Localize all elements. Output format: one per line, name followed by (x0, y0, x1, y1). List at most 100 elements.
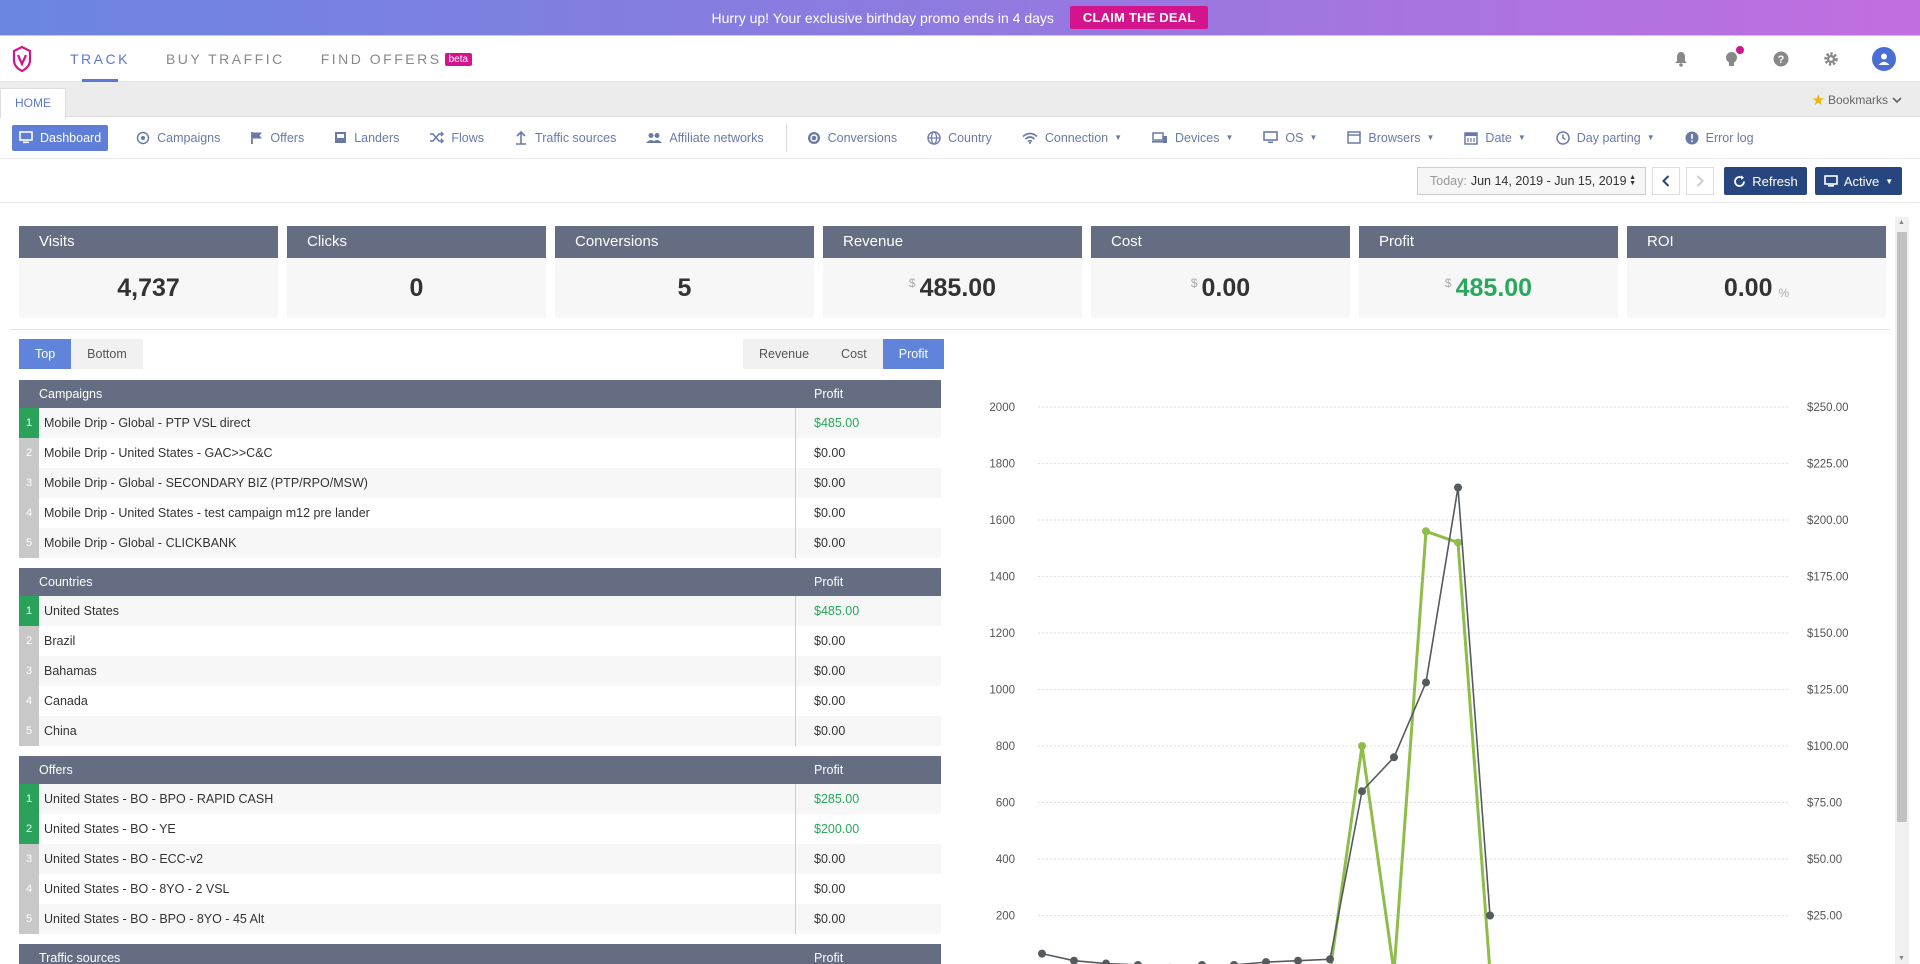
nav-error-log[interactable]: Error log (1685, 125, 1754, 151)
column-header: Profit (814, 387, 844, 401)
caret-down-icon: ▼ (1885, 176, 1894, 186)
lightbulb-icon[interactable] (1722, 46, 1744, 68)
scroll-down-icon[interactable]: ▼ (1898, 955, 1905, 962)
bell-icon[interactable] (1672, 50, 1690, 68)
nav-find-offers[interactable]: FIND OFFERS beta (320, 36, 473, 82)
table-row[interactable]: 3 United States - BO - ECC-v2 $0.00 (19, 844, 941, 874)
row-value: $0.00 (814, 634, 846, 648)
toggle-cost[interactable]: Cost (825, 339, 883, 369)
table-row[interactable]: 5 United States - BO - BPO - 8YO - 45 Alt… (19, 904, 941, 934)
claim-deal-button[interactable]: CLAIM THE DEAL (1069, 6, 1209, 29)
table-row[interactable]: 2 Mobile Drip - United States - GAC>>C&C $… (19, 438, 941, 468)
nav-offers[interactable]: Offers (250, 125, 304, 151)
nav-country[interactable]: Country (927, 125, 992, 151)
nav-flows[interactable]: Flows (429, 125, 484, 151)
nav-connection[interactable]: Connection ▼ (1022, 125, 1122, 151)
previous-period-button[interactable] (1652, 167, 1680, 195)
nav-buy-traffic[interactable]: BUY TRAFFIC (166, 36, 285, 82)
nav-os[interactable]: OS ▼ (1263, 125, 1317, 151)
row-name: Mobile Drip - Global - SECONDARY BIZ (PT… (39, 468, 796, 498)
table-row[interactable]: 4 Canada $0.00 (19, 686, 941, 716)
nav-landers[interactable]: Landers (334, 125, 399, 151)
help-icon[interactable]: ? (1772, 50, 1790, 68)
vertical-scrollbar[interactable]: ▲ ▼ (1895, 217, 1909, 964)
refresh-button[interactable]: Refresh (1724, 167, 1807, 195)
left-axis-tick-label: 1800 (989, 459, 1015, 471)
tab-home[interactable]: HOME (0, 88, 66, 118)
logo-icon[interactable] (12, 45, 32, 72)
user-avatar-icon[interactable] (1872, 47, 1896, 71)
active-filter-button[interactable]: Active ▼ (1815, 167, 1902, 195)
scroll-up-icon[interactable]: ▲ (1898, 219, 1905, 226)
next-period-button[interactable] (1686, 167, 1714, 195)
data-point (1454, 483, 1462, 492)
table-row[interactable]: 3 Bahamas $0.00 (19, 656, 941, 686)
table-row[interactable]: 4 United States - BO - 8YO - 2 VSL $0.00 (19, 874, 941, 904)
data-point (1390, 753, 1398, 762)
data-point (1454, 538, 1462, 547)
stat-conversions-label: Conversions (555, 226, 814, 258)
bookmarks-label: Bookmarks (1827, 93, 1888, 107)
nav-traffic-sources[interactable]: Traffic sources (514, 125, 616, 151)
table-row[interactable]: 5 China $0.00 (19, 716, 941, 746)
chevron-down-icon (1892, 97, 1902, 104)
stat-cost: Cost $0.00 (1091, 226, 1350, 318)
currency-symbol: $ (1444, 276, 1452, 290)
row-value: $0.00 (814, 724, 846, 738)
table-row[interactable]: 4 Mobile Drip - United States - test camp… (19, 498, 941, 528)
nav-track[interactable]: TRACK (70, 36, 130, 82)
notification-dot (1736, 46, 1744, 54)
nav-flows-label: Flows (451, 130, 485, 145)
table-row[interactable]: 2 Brazil $0.00 (19, 626, 941, 656)
chevron-right-icon (1696, 175, 1704, 187)
gear-icon[interactable] (1822, 50, 1840, 68)
scrollbar-thumb[interactable] (1897, 232, 1907, 822)
data-point (1294, 956, 1302, 964)
monitor-icon (19, 131, 33, 144)
date-range-picker[interactable]: Today: Jun 14, 2019 - Jun 15, 2019 ▲ ▼ (1417, 167, 1646, 195)
lander-page-icon (335, 132, 347, 143)
nav-affiliate-networks[interactable]: Affiliate networks (646, 125, 764, 151)
left-axis-tick-label: 2000 (989, 402, 1015, 414)
nav-dashboard[interactable]: Dashboard (12, 124, 109, 151)
bookmarks-menu[interactable]: ★ Bookmarks (1812, 91, 1902, 109)
table-row[interactable]: 1 Mobile Drip - Global - PTP VSL direct $4… (19, 408, 941, 438)
nav-affiliate-networks-label: Affiliate networks (669, 130, 764, 145)
row-name: Mobile Drip - Global - PTP VSL direct (39, 408, 796, 438)
table-row[interactable]: 1 United States - BO - BPO - RAPID CASH $2… (19, 784, 941, 814)
stat-visits-label: Visits (19, 226, 278, 258)
toggle-top[interactable]: Top (19, 339, 72, 369)
nav-campaigns[interactable]: Campaigns (136, 125, 220, 151)
toggle-profit[interactable]: Profit (882, 339, 944, 369)
nav-devices[interactable]: Devices ▼ (1152, 125, 1233, 151)
stat-visits-value: 4,737 (117, 273, 180, 302)
nav-day-parting[interactable]: Day parting ▼ (1556, 125, 1655, 151)
promo-banner: Hurry up! Your exclusive birthday promo … (0, 0, 1920, 36)
metric-toggle: Revenue Cost Profit (743, 339, 944, 369)
table-row[interactable]: 3 Mobile Drip - Global - SECONDARY BIZ (P… (19, 468, 941, 498)
nav-date[interactable]: Date ▼ (1464, 125, 1526, 151)
browser-window-icon (1347, 131, 1362, 144)
clock-icon (1556, 130, 1570, 145)
right-axis-tick-label: $150.00 (1807, 628, 1849, 640)
nav-conversions[interactable]: Conversions (807, 125, 897, 151)
toggle-bottom[interactable]: Bottom (71, 339, 143, 369)
rank-number: 1 (19, 784, 39, 814)
rank-number: 3 (19, 468, 39, 498)
table-row[interactable]: 2 United States - BO - YE $200.00 (19, 814, 941, 844)
table-row[interactable]: 5 Mobile Drip - Global - CLICKBANK $0.00 (19, 528, 941, 558)
left-axis-tick-label: 200 (996, 911, 1015, 923)
right-axis-tick-label: $225.00 (1807, 459, 1849, 471)
nav-find-offers-label: FIND OFFERS (320, 50, 442, 67)
nav-devices-label: Devices (1175, 130, 1220, 145)
nav-browsers-label: Browsers (1368, 130, 1421, 145)
calendar-icon (1464, 131, 1479, 145)
row-name: Brazil (39, 626, 796, 656)
beta-badge: beta (444, 52, 473, 66)
row-name: United States - BO - YE (39, 814, 796, 844)
rank-number: 1 (19, 596, 39, 626)
table-row[interactable]: 1 United States $485.00 (19, 596, 941, 626)
toggle-revenue[interactable]: Revenue (743, 339, 826, 369)
stat-revenue: Revenue $485.00 (823, 226, 1082, 318)
nav-browsers[interactable]: Browsers ▼ (1347, 125, 1434, 151)
